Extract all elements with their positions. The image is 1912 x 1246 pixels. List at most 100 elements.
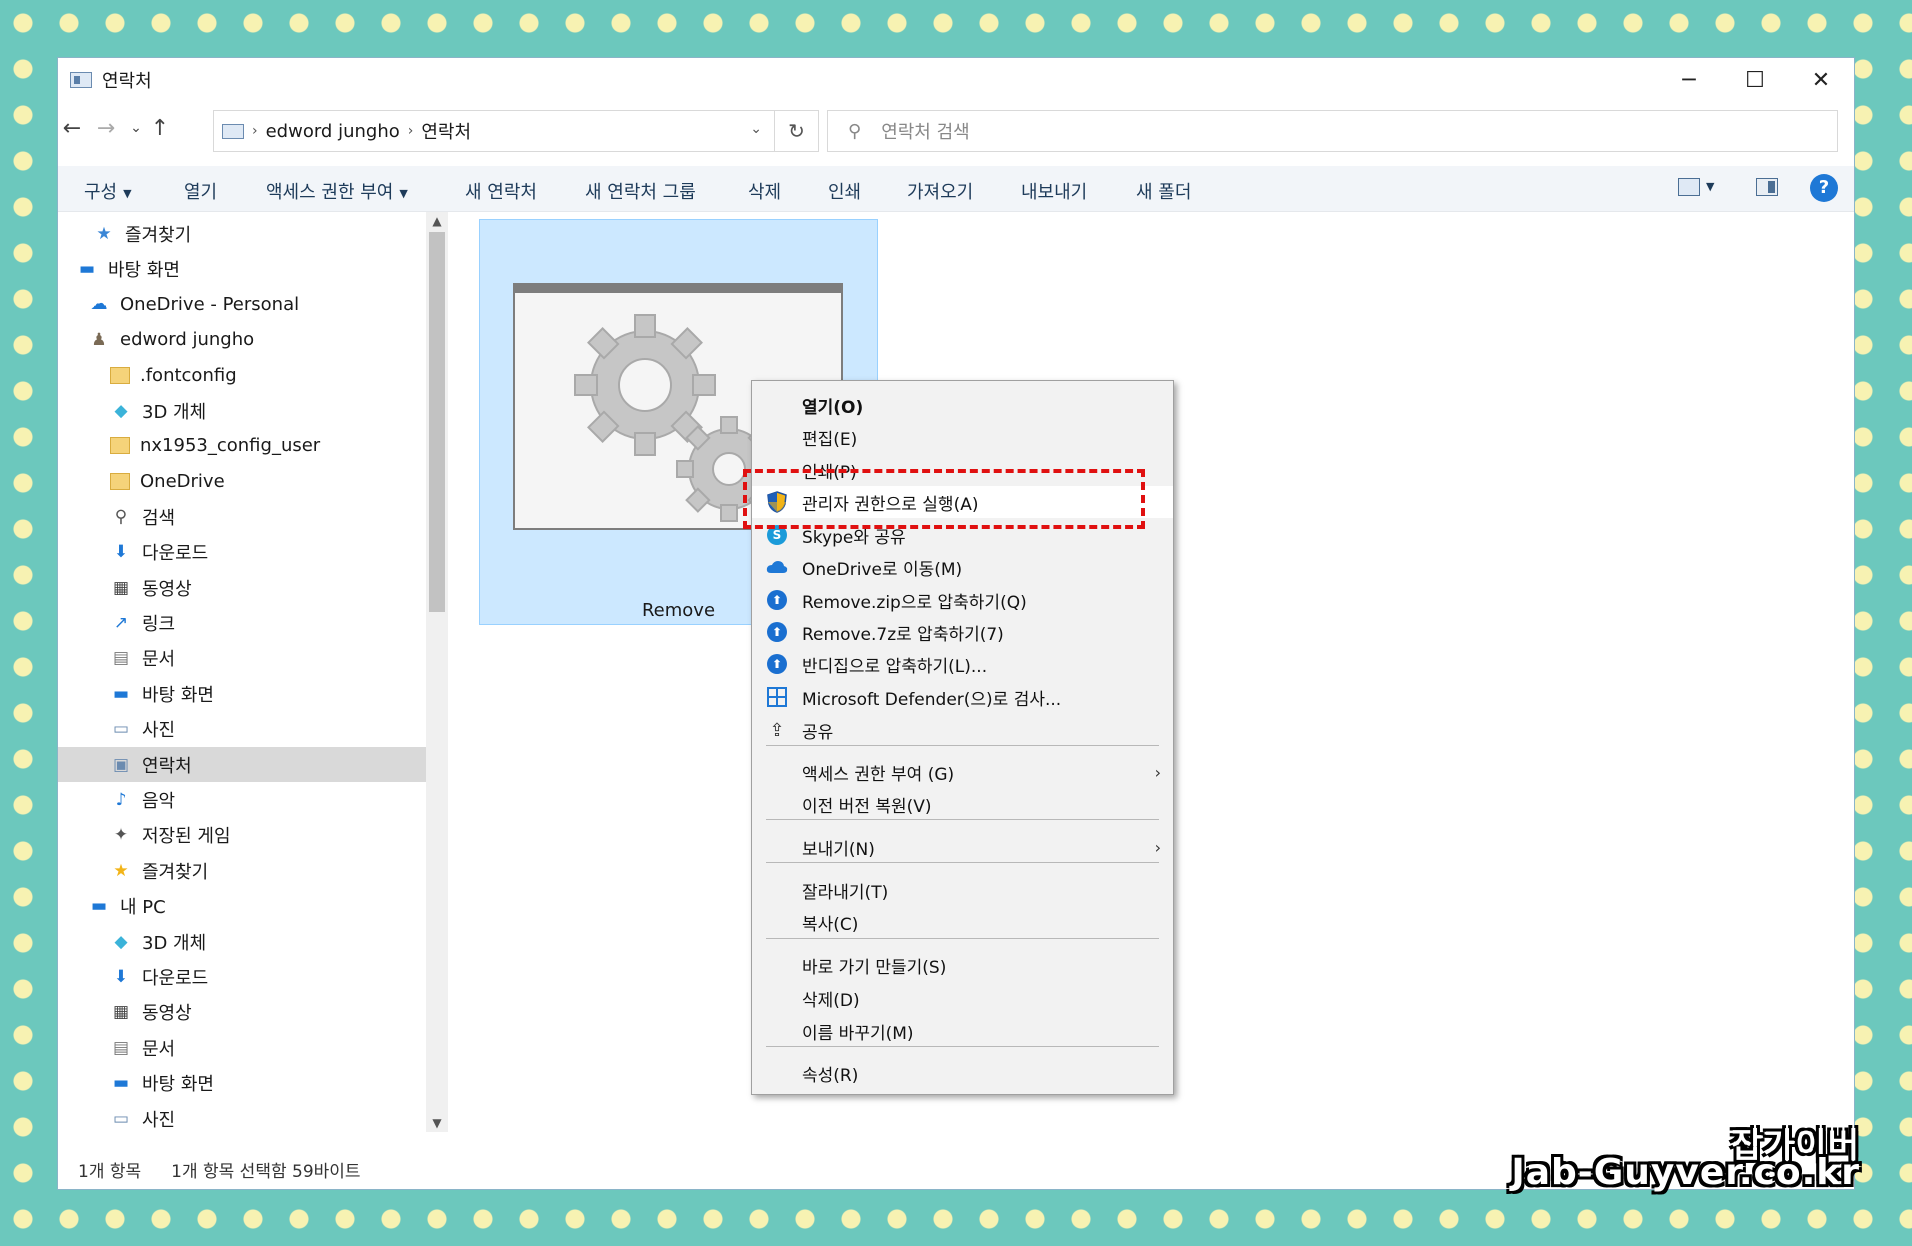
chevron-down-icon: ⌄ xyxy=(130,120,142,136)
context-menu-label: 복사(C) xyxy=(802,914,859,935)
star-icon: ★ xyxy=(113,860,129,881)
sidebar-item[interactable]: ★ 즐겨찾기 xyxy=(58,216,426,251)
context-menu-item[interactable]: ⬆ Remove.zip으로 압축하기(Q) xyxy=(752,584,1173,616)
grant-access-button[interactable]: 액세스 권한 부여 ▼ xyxy=(266,178,408,204)
picture-icon: ▭ xyxy=(112,1108,130,1129)
context-menu-item[interactable]: 열기(O) xyxy=(752,389,1173,421)
context-menu-item[interactable]: 액세스 권한 부여 (G) › xyxy=(752,756,1173,788)
sidebar-item[interactable]: ▤ 문서 xyxy=(58,1030,426,1065)
maximize-button[interactable]: ☐ xyxy=(1722,58,1788,102)
sidebar-item[interactable]: ▣ 연락처 xyxy=(58,747,426,782)
view-dropdown-icon[interactable]: ▼ xyxy=(1706,180,1714,193)
sidebar-item[interactable]: ✦ 저장된 게임 xyxy=(58,818,426,853)
context-menu-item[interactable]: 이전 버전 복원(V) xyxy=(752,788,1173,820)
sidebar-item-label: 바탕 화면 xyxy=(142,684,214,706)
scrollbar-thumb[interactable] xyxy=(429,232,445,612)
scroll-down-icon[interactable]: ▼ xyxy=(426,1116,448,1130)
pc-icon: ▬ xyxy=(90,896,108,917)
sidebar-item[interactable]: ⬇ 다운로드 xyxy=(58,535,426,570)
address-dropdown-icon[interactable]: ⌄ xyxy=(750,121,762,137)
breadcrumb-item-contacts[interactable]: 연락처 xyxy=(421,118,471,144)
sidebar-item[interactable]: OneDrive xyxy=(58,464,426,499)
sidebar-item[interactable]: ♪ 음악 xyxy=(58,782,426,817)
context-menu-label: 보내기(N) xyxy=(802,839,875,860)
sidebar-item-label: 문서 xyxy=(142,649,176,671)
print-button[interactable]: 인쇄 xyxy=(828,178,861,204)
sidebar-item[interactable]: ◆ 3D 개체 xyxy=(58,393,426,428)
organize-button[interactable]: 구성 ▼ xyxy=(84,178,132,204)
context-menu-item[interactable]: 속성(R) xyxy=(752,1057,1173,1089)
context-menu-item[interactable]: Microsoft Defender(으)로 검사... xyxy=(752,681,1173,713)
sidebar-item[interactable]: ☁ OneDrive - Personal xyxy=(58,287,426,322)
sidebar-item[interactable]: ▦ 동영상 xyxy=(58,995,426,1030)
export-button[interactable]: 내보내기 xyxy=(1021,178,1087,204)
dropdown-arrow-icon: ▼ xyxy=(123,186,132,200)
link-icon: ↗ xyxy=(113,612,129,633)
sidebar-scrollbar[interactable]: ▲ ▼ xyxy=(426,212,448,1132)
scroll-up-icon[interactable]: ▲ xyxy=(426,214,448,228)
address-bar[interactable]: › edword jungho › 연락처 ⌄ ↻ xyxy=(213,110,819,152)
sidebar-item[interactable]: ⚲ 검색 xyxy=(58,499,426,534)
sidebar-item[interactable]: nx1953_config_user xyxy=(58,428,426,463)
title-bar: 연락처 ─ ☐ ✕ xyxy=(58,58,1854,102)
folder-icon xyxy=(110,366,130,384)
context-menu-item[interactable]: 잘라내기(T) xyxy=(752,874,1173,906)
search-input[interactable]: ⚲ 연락처 검색 xyxy=(827,110,1838,152)
sidebar-item[interactable]: ◆ 3D 개체 xyxy=(58,924,426,959)
sidebar-item[interactable]: ↗ 링크 xyxy=(58,605,426,640)
delete-button[interactable]: 삭제 xyxy=(748,178,781,204)
desktop-icon: ▬ xyxy=(112,683,130,704)
forward-button[interactable]: → xyxy=(92,116,120,141)
view-options-icon[interactable] xyxy=(1678,178,1700,196)
sidebar-item[interactable]: ▤ 문서 xyxy=(58,641,426,676)
sidebar-item[interactable]: ♟ edword jungho xyxy=(58,322,426,357)
selection-info: 1개 항목 선택함 59바이트 xyxy=(171,1161,361,1182)
document-icon: ▤ xyxy=(112,648,130,669)
context-menu-item[interactable]: 이름 바꾸기(M) xyxy=(752,1015,1173,1047)
context-menu-item[interactable]: ⇪ 공유 xyxy=(752,714,1173,746)
breadcrumb-item-user[interactable]: edword jungho xyxy=(266,121,400,142)
context-menu-item[interactable]: ⬆ Remove.7z로 압축하기(7) xyxy=(752,616,1173,648)
picture-icon: ▭ xyxy=(112,719,130,740)
sidebar-item[interactable]: ▭ 사진 xyxy=(58,1101,426,1132)
up-button[interactable]: ↑ xyxy=(146,116,174,141)
open-button[interactable]: 열기 xyxy=(184,178,217,204)
sidebar-item[interactable]: ⬇ 다운로드 xyxy=(58,959,426,994)
sidebar-item[interactable]: ▭ 사진 xyxy=(58,712,426,747)
import-button[interactable]: 가져오기 xyxy=(907,178,973,204)
context-menu-label: 공유 xyxy=(802,722,834,743)
context-menu-item[interactable]: 바로 가기 만들기(S) xyxy=(752,949,1173,981)
sidebar-item-label: 동영상 xyxy=(142,1003,192,1025)
context-menu-item[interactable]: OneDrive로 이동(M) xyxy=(752,551,1173,583)
context-menu-label: 열기(O) xyxy=(802,397,864,418)
sidebar-item[interactable]: ▬ 바탕 화면 xyxy=(58,251,426,286)
context-menu-label: 이름 바꾸기(M) xyxy=(802,1023,914,1044)
context-menu-item[interactable]: 삭제(D) xyxy=(752,982,1173,1014)
sidebar-item-label: 연락처 xyxy=(142,755,192,777)
sidebar-item[interactable]: .fontconfig xyxy=(58,358,426,393)
sidebar-item-label: 음악 xyxy=(142,790,176,812)
help-icon[interactable]: ? xyxy=(1810,174,1838,202)
context-menu-item[interactable]: 보내기(N) › xyxy=(752,831,1173,863)
minimize-button[interactable]: ─ xyxy=(1656,58,1722,102)
context-menu-item[interactable]: ⬆ 반디집으로 압축하기(L)... xyxy=(752,648,1173,680)
context-menu-item[interactable]: 편집(E) xyxy=(752,421,1173,453)
sidebar-item[interactable]: ▬ 바탕 화면 xyxy=(58,1066,426,1101)
close-button[interactable]: ✕ xyxy=(1788,58,1854,102)
new-contact-group-button[interactable]: 새 연락처 그룹 xyxy=(585,178,696,204)
back-button[interactable]: ← xyxy=(58,116,86,141)
new-folder-button[interactable]: 새 폴더 xyxy=(1136,178,1191,204)
watermark-url: Jab-Guyver.co.kr xyxy=(1511,1152,1860,1193)
bandizip-icon: ⬆ xyxy=(766,653,788,675)
new-contact-button[interactable]: 새 연락처 xyxy=(465,178,537,204)
sidebar-item[interactable]: ▦ 동영상 xyxy=(58,570,426,605)
refresh-button[interactable]: ↻ xyxy=(774,111,818,151)
games-icon: ✦ xyxy=(113,825,129,846)
sidebar-item[interactable]: ▬ 바탕 화면 xyxy=(58,676,426,711)
sidebar-item[interactable]: ★ 즐겨찾기 xyxy=(58,853,426,888)
sidebar-item[interactable]: ▬ 내 PC xyxy=(58,889,426,924)
desktop-icon: ▬ xyxy=(112,1073,130,1094)
menu-separator xyxy=(766,938,1159,939)
context-menu-item[interactable]: 복사(C) xyxy=(752,906,1173,938)
preview-pane-icon[interactable] xyxy=(1756,178,1778,196)
